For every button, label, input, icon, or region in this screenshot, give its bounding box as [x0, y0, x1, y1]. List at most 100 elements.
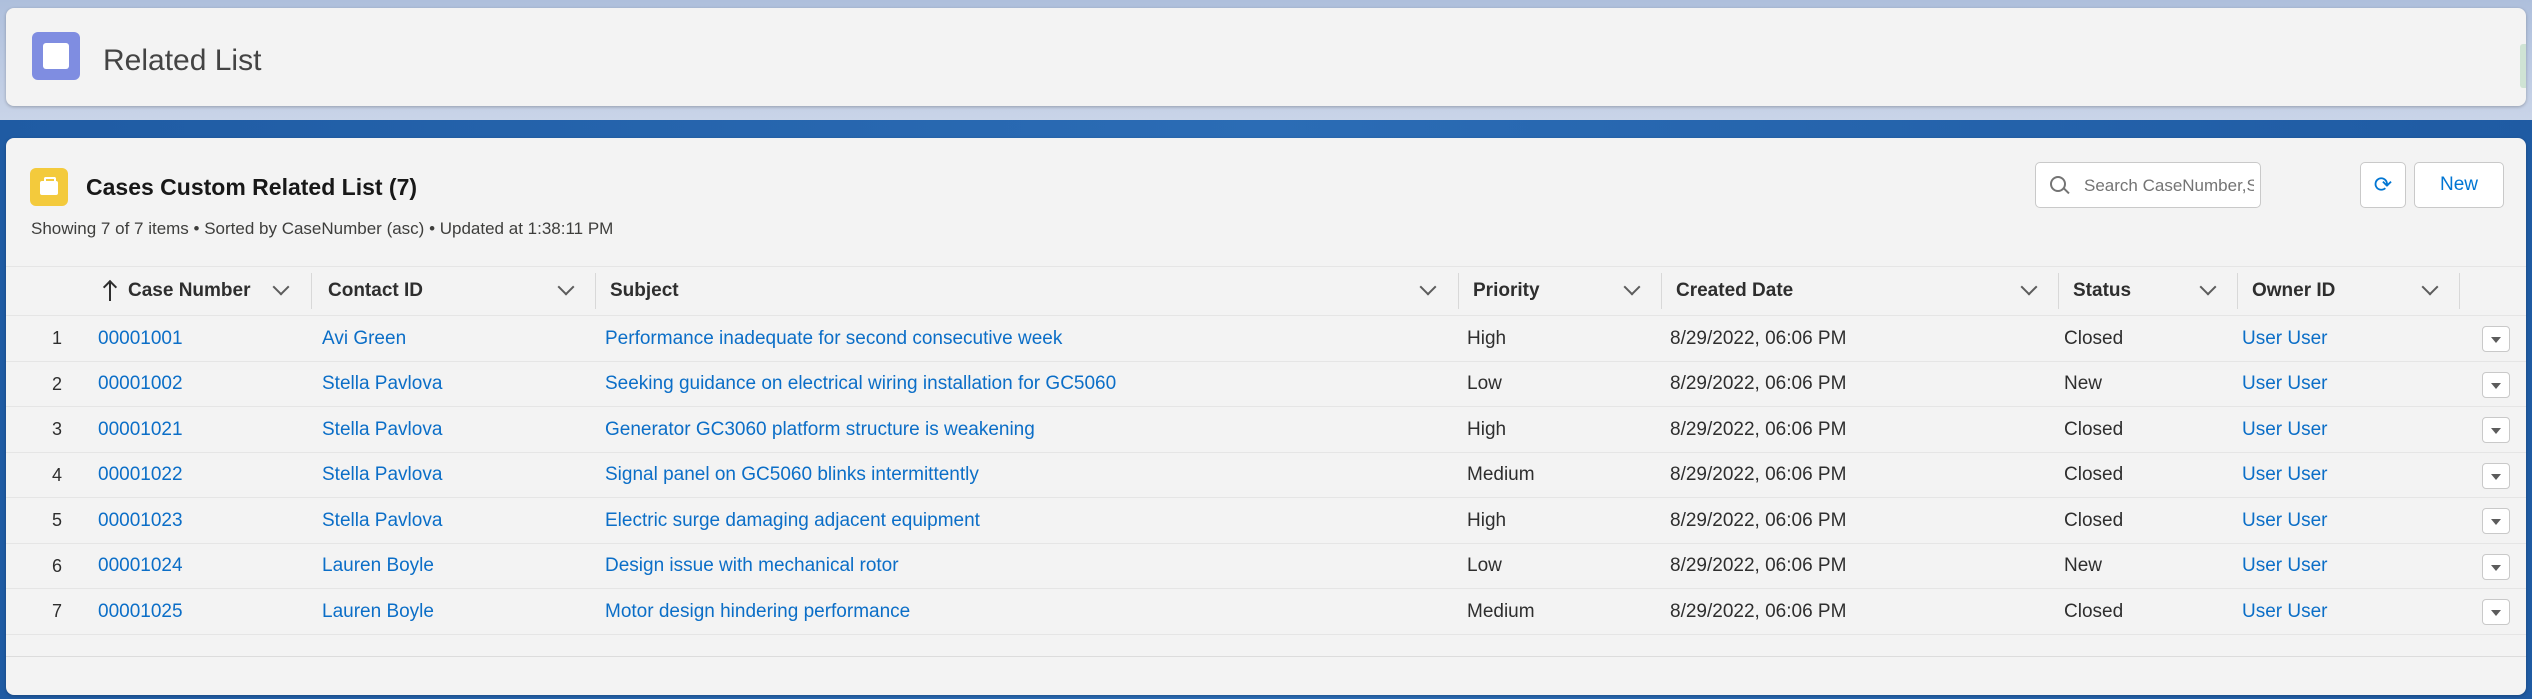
status-value: Closed — [2064, 418, 2124, 440]
search-box[interactable] — [2035, 162, 2261, 208]
page-header: Related List — [6, 8, 2526, 106]
case-icon — [30, 168, 68, 206]
case-number-link[interactable]: 00001023 — [98, 498, 183, 543]
row-actions-menu-button[interactable] — [2482, 371, 2510, 398]
table-body: 1 00001001 Avi Green Performance inadequ… — [6, 316, 2526, 635]
table-row: 4 00001022 Stella Pavlova Signal panel o… — [6, 452, 2526, 498]
case-number-link[interactable]: 00001001 — [98, 316, 183, 361]
status-value: New — [2064, 555, 2103, 576]
column-label-subject: Subject — [610, 280, 679, 301]
subject-link[interactable]: Generator GC3060 platform structure is w… — [605, 407, 1035, 452]
subject-link[interactable]: Design issue with mechanical rotor — [605, 544, 899, 589]
cases-table: Case Number Contact ID Subject Priority … — [6, 266, 2526, 635]
table-row: 1 00001001 Avi Green Performance inadequ… — [6, 316, 2526, 362]
refresh-button[interactable]: ⟳ — [2360, 162, 2406, 208]
row-actions-menu-button[interactable] — [2482, 599, 2510, 625]
case-number-link[interactable]: 00001022 — [98, 453, 183, 498]
created-date-value: 8/29/2022, 06:06 PM — [1670, 373, 1847, 394]
owner-link[interactable]: User User — [2242, 544, 2328, 589]
case-number-link[interactable]: 00001002 — [98, 362, 183, 407]
column-header-case-number[interactable]: Case Number — [6, 267, 312, 315]
list-title[interactable]: Cases Custom Related List (7) — [86, 174, 417, 201]
priority-value: Low — [1467, 373, 1502, 394]
case-number-link[interactable]: 00001025 — [98, 589, 183, 634]
chevron-down-icon[interactable] — [1419, 278, 1437, 296]
row-number: 3 — [52, 419, 63, 439]
chevron-down-icon[interactable] — [2421, 278, 2439, 296]
chevron-down-icon[interactable] — [2020, 278, 2038, 296]
owner-link[interactable]: User User — [2242, 453, 2328, 498]
subject-link[interactable]: Signal panel on GC5060 blinks intermitte… — [605, 453, 979, 498]
owner-link[interactable]: User User — [2242, 316, 2328, 361]
owner-link[interactable]: User User — [2242, 589, 2328, 634]
chevron-down-icon[interactable] — [2199, 278, 2217, 296]
row-number: 6 — [52, 555, 63, 576]
table-row: 6 00001024 Lauren Boyle Design issue wit… — [6, 543, 2526, 589]
sort-ascending-icon — [103, 279, 117, 301]
case-icon-body — [40, 181, 58, 195]
created-date-value: 8/29/2022, 06:06 PM — [1670, 327, 1847, 349]
table-row: 2 00001002 Stella Pavlova Seeking guidan… — [6, 361, 2526, 407]
contact-link[interactable]: Stella Pavlova — [322, 453, 442, 498]
contact-link[interactable]: Lauren Boyle — [322, 589, 434, 634]
owner-link[interactable]: User User — [2242, 407, 2328, 452]
created-date-value: 8/29/2022, 06:06 PM — [1670, 464, 1847, 485]
column-header-created-date[interactable]: Created Date — [1662, 267, 2058, 315]
status-value: New — [2064, 373, 2103, 394]
row-number: 5 — [52, 510, 63, 530]
created-date-value: 8/29/2022, 06:06 PM — [1670, 509, 1847, 531]
table-header: Case Number Contact ID Subject Priority … — [6, 266, 2526, 316]
table-row: 5 00001023 Stella Pavlova Electric surge… — [6, 498, 2526, 544]
priority-value: High — [1467, 418, 1507, 440]
contact-link[interactable]: Avi Green — [322, 316, 406, 361]
case-number-link[interactable]: 00001024 — [98, 544, 183, 589]
row-actions-menu-button[interactable] — [2482, 508, 2510, 534]
subject-link[interactable]: Motor design hindering performance — [605, 589, 910, 634]
owner-link[interactable]: User User — [2242, 498, 2328, 543]
contact-link[interactable]: Stella Pavlova — [322, 498, 442, 543]
table-row: 3 00001021 Stella Pavlova Generator GC30… — [6, 407, 2526, 453]
priority-value: High — [1467, 509, 1507, 531]
column-header-subject[interactable]: Subject — [596, 267, 1458, 315]
refresh-icon: ⟳ — [2373, 172, 2393, 197]
priority-value: Medium — [1467, 600, 1535, 622]
status-value: Closed — [2064, 464, 2124, 485]
contact-link[interactable]: Stella Pavlova — [322, 407, 442, 452]
chevron-down-icon[interactable] — [272, 278, 290, 296]
row-number: 1 — [52, 328, 63, 348]
row-number: 4 — [52, 464, 63, 485]
table-row: 7 00001025 Lauren Boyle Motor design hin… — [6, 589, 2526, 635]
column-label-priority: Priority — [1473, 280, 1540, 301]
search-input[interactable] — [2082, 171, 2256, 201]
subject-link[interactable]: Seeking guidance on electrical wiring in… — [605, 362, 1116, 407]
chevron-down-icon[interactable] — [1623, 278, 1641, 296]
subject-link[interactable]: Performance inadequate for second consec… — [605, 316, 1062, 361]
column-divider — [2459, 273, 2460, 309]
priority-value: Low — [1467, 555, 1502, 576]
column-header-owner-id[interactable]: Owner ID — [2238, 267, 2459, 315]
contact-link[interactable]: Lauren Boyle — [322, 544, 434, 589]
contact-link[interactable]: Stella Pavlova — [322, 362, 442, 407]
row-actions-menu-button[interactable] — [2482, 553, 2510, 580]
column-header-priority[interactable]: Priority — [1459, 267, 1661, 315]
owner-link[interactable]: User User — [2242, 362, 2328, 407]
row-actions-menu-button[interactable] — [2482, 417, 2510, 443]
subject-link[interactable]: Electric surge damaging adjacent equipme… — [605, 498, 980, 543]
case-number-link[interactable]: 00001021 — [98, 407, 183, 452]
column-header-status[interactable]: Status — [2059, 267, 2237, 315]
app-icon — [32, 32, 80, 80]
row-number: 2 — [52, 373, 63, 394]
column-label-created-date: Created Date — [1676, 280, 1794, 301]
column-label-contact-id: Contact ID — [328, 280, 423, 301]
app-icon-glyph — [43, 43, 69, 69]
row-actions-menu-button[interactable] — [2482, 462, 2510, 489]
column-label-status: Status — [2073, 280, 2132, 301]
new-button[interactable]: New — [2414, 162, 2504, 208]
chevron-down-icon[interactable] — [557, 278, 575, 296]
header-edge-tab — [2520, 44, 2526, 88]
row-actions-menu-button[interactable] — [2482, 326, 2510, 352]
column-header-contact-id[interactable]: Contact ID — [312, 267, 596, 315]
status-value: Closed — [2064, 600, 2124, 622]
created-date-value: 8/29/2022, 06:06 PM — [1670, 555, 1847, 576]
created-date-value: 8/29/2022, 06:06 PM — [1670, 600, 1847, 622]
